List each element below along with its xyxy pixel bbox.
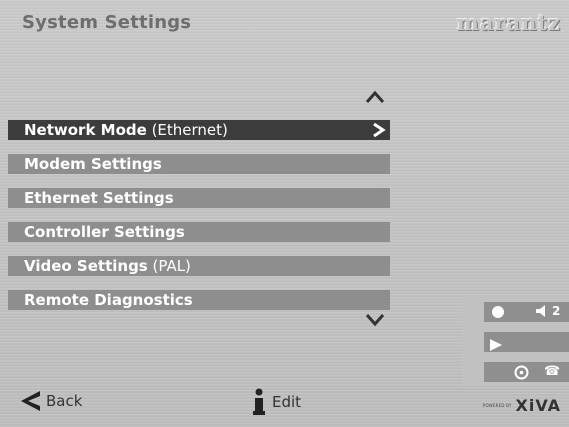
- volume-icon: [536, 305, 545, 317]
- volume-level: 2: [552, 304, 561, 318]
- menu-item-label: Network Mode: [24, 121, 147, 139]
- volume-indicator: 2: [536, 304, 560, 318]
- record-dot-icon: [492, 306, 504, 318]
- page-title: System Settings: [22, 12, 192, 33]
- menu-item-modem-settings[interactable]: Modem Settings: [8, 154, 390, 174]
- menu-item-ethernet-settings[interactable]: Ethernet Settings: [8, 188, 390, 208]
- scroll-down-icon[interactable]: [365, 313, 385, 327]
- platform-logo: XiVA: [515, 396, 561, 415]
- menu-item-label: Modem Settings: [24, 155, 162, 173]
- edit-button[interactable]: Edit: [252, 388, 301, 416]
- menu-item-value: (Ethernet): [146, 121, 228, 139]
- chevron-right-icon: [372, 122, 386, 143]
- phone-icon: ☎: [544, 364, 561, 379]
- status-bar-source: ☎: [484, 362, 569, 382]
- edit-label: Edit: [272, 393, 302, 411]
- scroll-up-icon[interactable]: [365, 90, 385, 104]
- play-icon: [490, 336, 502, 355]
- menu-item-label: Controller Settings: [24, 223, 185, 241]
- back-label: Back: [46, 392, 83, 410]
- info-icon: [253, 388, 265, 415]
- menu-item-label: Ethernet Settings: [24, 189, 174, 207]
- xiva-logo: POWERED BY XiVA: [483, 396, 561, 415]
- menu-item-value: (PAL): [147, 257, 191, 275]
- menu-item-video-settings[interactable]: Video Settings (PAL): [8, 256, 390, 276]
- powered-by-label: POWERED BY: [482, 403, 512, 408]
- status-bar-record: 2: [484, 302, 569, 322]
- menu-item-network-mode[interactable]: Network Mode (Ethernet): [8, 120, 390, 140]
- menu-item-remote-diagnostics[interactable]: Remote Diagnostics: [8, 290, 390, 310]
- menu-item-label: Video Settings: [24, 257, 148, 275]
- menu-item-controller-settings[interactable]: Controller Settings: [8, 222, 390, 242]
- disc-icon: [514, 365, 529, 384]
- brand-logo: marantz: [456, 10, 561, 35]
- footer-bar: Back Edit POWERED BY XiVA: [0, 386, 569, 427]
- menu-item-label: Remote Diagnostics: [24, 291, 193, 309]
- settings-menu: Network Mode (Ethernet) Modem Settings E…: [8, 120, 390, 324]
- back-arrow-icon: [21, 391, 40, 411]
- back-button[interactable]: Back: [20, 390, 82, 412]
- status-panel: 2 ☎: [462, 296, 569, 386]
- status-bar-play: [484, 332, 569, 352]
